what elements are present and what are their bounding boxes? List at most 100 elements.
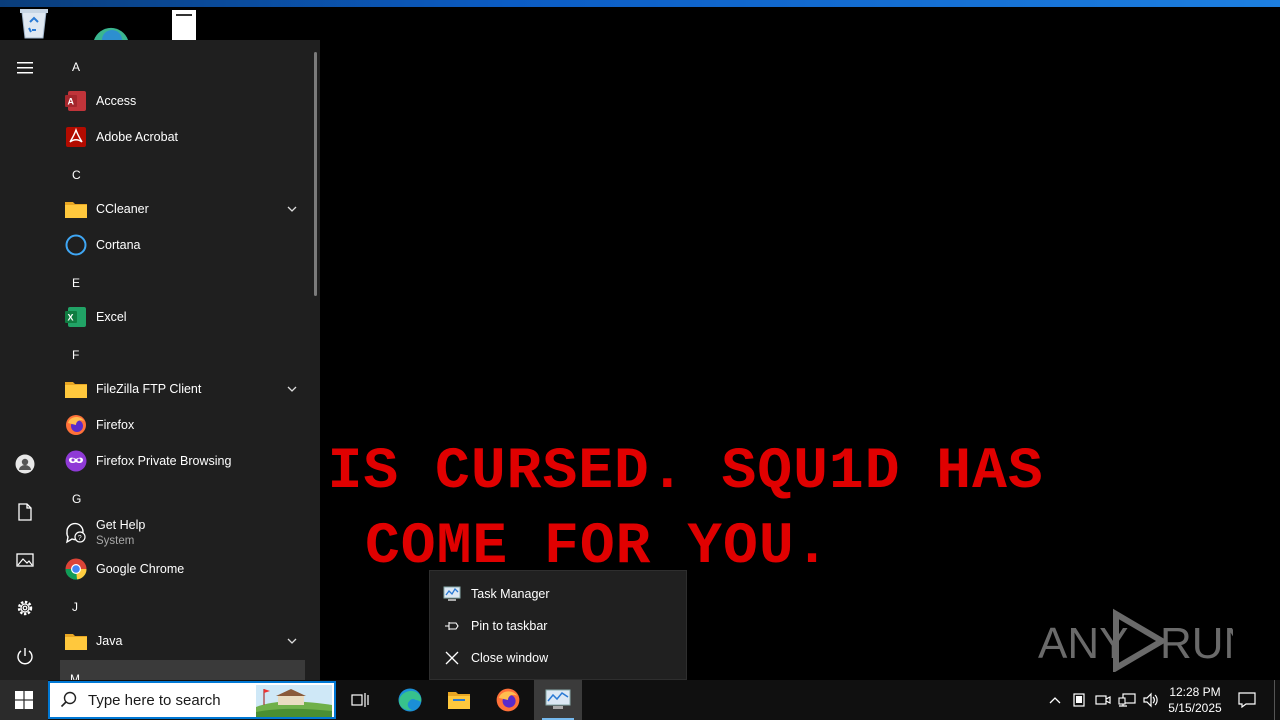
notifications-icon[interactable]	[1237, 690, 1257, 710]
get-help-sublabel: System	[96, 535, 135, 547]
app-label: Java	[96, 634, 123, 648]
clock-date: 5/15/2025	[1168, 701, 1222, 715]
taskbar-search-box[interactable]: Type here to search	[48, 681, 336, 719]
cortana-icon	[64, 233, 88, 257]
app-list-scrollbar[interactable]	[314, 52, 317, 296]
firefox-icon	[64, 413, 88, 437]
group-header-m-hover[interactable]	[60, 660, 305, 680]
menu-item-label: Close window	[471, 651, 549, 665]
app-google-chrome[interactable]: Google Chrome	[60, 551, 305, 587]
app-label: Adobe Acrobat	[96, 130, 179, 144]
search-icon	[60, 691, 77, 708]
app-label: Get Help System	[96, 518, 145, 548]
windows-logo-icon	[15, 691, 33, 709]
pin-icon	[443, 617, 461, 635]
svg-text:A: A	[68, 97, 75, 107]
svg-text:X: X	[68, 313, 74, 323]
folder-icon	[64, 197, 88, 221]
app-label: Firefox	[96, 418, 135, 432]
firefox-icon	[496, 688, 520, 712]
firefox-private-icon	[64, 449, 88, 473]
group-header-e[interactable]: E	[72, 276, 80, 290]
app-label: Cortana	[96, 238, 141, 252]
app-label: Google Chrome	[96, 562, 185, 576]
search-placeholder: Type here to search	[88, 691, 221, 709]
taskbar-task-manager-button[interactable]	[534, 680, 582, 720]
app-ccleaner-folder[interactable]: CCleaner	[60, 191, 305, 227]
taskbar: Type here to search 12:28 PM 5/15/2025	[0, 680, 1280, 720]
file-explorer-icon	[448, 692, 470, 709]
get-help-label: Get Help	[96, 518, 146, 532]
hamburger-menu-icon[interactable]	[13, 56, 37, 80]
svg-text:?: ?	[78, 535, 82, 542]
network-icon[interactable]	[1117, 690, 1137, 710]
edge-icon	[398, 688, 422, 712]
cursed-message-line-1: C IS CURSED. SQU1D HAS	[256, 440, 1044, 505]
power-icon[interactable]	[13, 644, 37, 668]
app-label: Excel	[96, 310, 127, 324]
documents-icon[interactable]	[13, 500, 37, 524]
group-header-a[interactable]: A	[72, 60, 80, 74]
document-desktop-icon[interactable]	[170, 6, 206, 40]
recycle-bin-icon[interactable]	[16, 6, 52, 40]
group-header-f[interactable]: F	[72, 348, 79, 362]
app-label: FileZilla FTP Client	[96, 382, 202, 396]
app-adobe-acrobat[interactable]: Adobe Acrobat	[60, 119, 305, 155]
app-excel[interactable]: X Excel	[60, 299, 305, 335]
taskbar-firefox-button[interactable]	[484, 680, 532, 720]
menu-item-close-window[interactable]: Close window	[430, 642, 686, 674]
taskbar-edge-button[interactable]	[386, 680, 434, 720]
app-access[interactable]: A Access	[60, 83, 305, 119]
start-menu-rail	[0, 40, 50, 680]
chevron-down-icon[interactable]	[285, 382, 299, 396]
anyrun-watermark: ANY RUN	[1038, 608, 1233, 672]
tablet-icon[interactable]	[1069, 690, 1089, 710]
edge-desktop-icon[interactable]	[92, 6, 128, 40]
show-desktop-button[interactable]	[1274, 680, 1275, 720]
watermark-run-text: RUN	[1160, 619, 1233, 668]
task-manager-app-icon	[545, 689, 571, 709]
close-icon	[443, 649, 461, 667]
meet-now-icon[interactable]	[1093, 690, 1113, 710]
folder-icon	[64, 629, 88, 653]
get-help-icon: ?	[64, 521, 88, 545]
app-label: Access	[96, 94, 137, 108]
user-icon[interactable]	[13, 452, 37, 476]
folder-icon	[64, 377, 88, 401]
show-hidden-icons-chevron-icon[interactable]	[1045, 690, 1065, 710]
taskbar-clock[interactable]: 12:28 PM 5/15/2025	[1166, 684, 1224, 716]
group-header-j[interactable]: J	[72, 600, 78, 614]
app-java-folder[interactable]: Java	[60, 623, 305, 659]
pictures-icon[interactable]	[13, 548, 37, 572]
menu-item-task-manager[interactable]: Task Manager	[430, 578, 686, 610]
task-view-button[interactable]	[336, 680, 384, 720]
acrobat-icon	[64, 125, 88, 149]
taskbar-file-explorer-button[interactable]	[435, 680, 483, 720]
task-view-icon	[351, 693, 369, 707]
settings-icon[interactable]	[13, 596, 37, 620]
group-header-g[interactable]: G	[72, 492, 81, 506]
group-header-m[interactable]: M	[70, 672, 80, 680]
app-get-help[interactable]: ? Get Help System	[60, 515, 305, 551]
app-label: Firefox Private Browsing	[96, 454, 232, 468]
app-firefox[interactable]: Firefox	[60, 407, 305, 443]
menu-item-pin-to-taskbar[interactable]: Pin to taskbar	[430, 610, 686, 642]
group-header-c[interactable]: C	[72, 168, 81, 182]
app-cortana[interactable]: Cortana	[60, 227, 305, 263]
app-firefox-private[interactable]: Firefox Private Browsing	[60, 443, 305, 479]
task-manager-icon	[443, 585, 461, 603]
start-menu: A A Access Adobe Acrobat C CCleaner Cort…	[0, 40, 320, 680]
start-button[interactable]	[0, 680, 48, 720]
clock-time: 12:28 PM	[1169, 685, 1221, 699]
chevron-down-icon[interactable]	[285, 202, 299, 216]
chrome-icon	[64, 557, 88, 581]
menu-item-label: Task Manager	[471, 587, 550, 601]
taskbar-context-menu: Task Manager Pin to taskbar Close window	[429, 570, 687, 680]
chevron-down-icon[interactable]	[285, 634, 299, 648]
volume-icon[interactable]	[1141, 690, 1161, 710]
app-filezilla-folder[interactable]: FileZilla FTP Client	[60, 371, 305, 407]
menu-item-label: Pin to taskbar	[471, 619, 548, 633]
search-highlight-illustration-icon	[256, 685, 332, 717]
excel-icon: X	[64, 305, 88, 329]
app-label: CCleaner	[96, 202, 149, 216]
